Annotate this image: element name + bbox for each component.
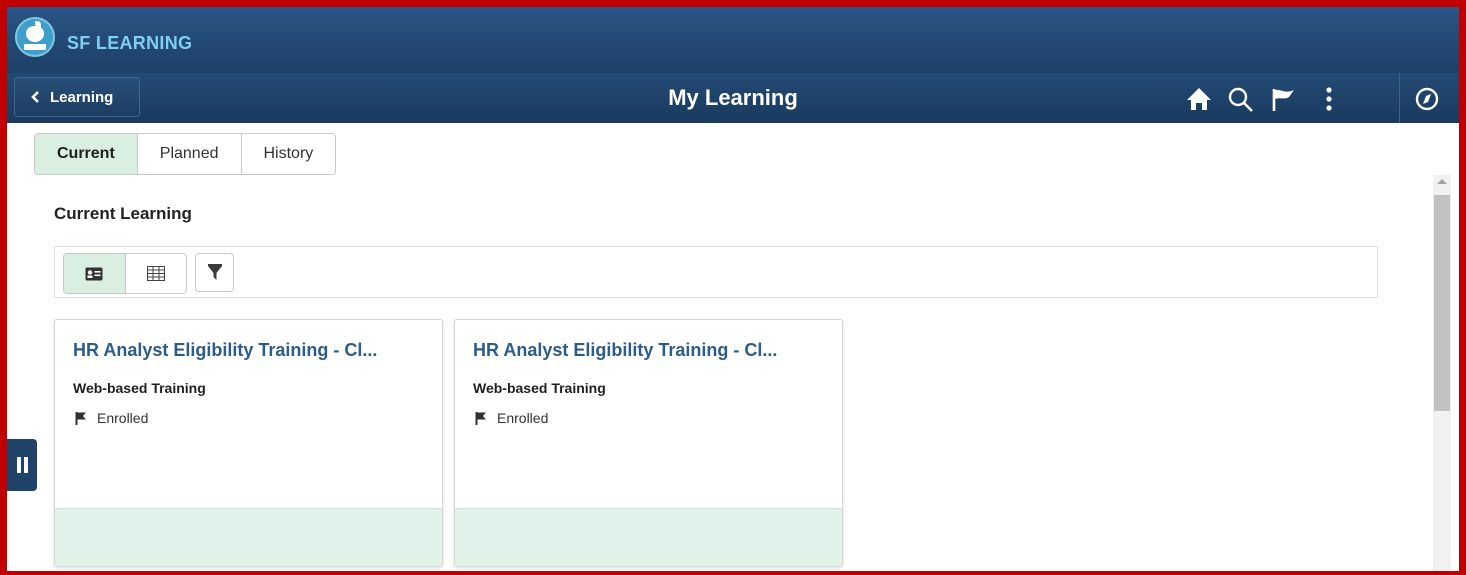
enrolled-flag-icon [475, 411, 486, 425]
card-type: Web-based Training [473, 380, 606, 396]
chevron-left-icon [31, 91, 39, 103]
brand-bar: SF LEARNING [7, 7, 1459, 73]
card-view-icon [85, 267, 103, 280]
view-toggle [63, 253, 187, 294]
card-status-label: Enrolled [97, 410, 149, 426]
card-title[interactable]: HR Analyst Eligibility Training - Cl... [73, 340, 377, 361]
home-icon[interactable] [1185, 86, 1213, 112]
card-status: Enrolled [75, 410, 148, 426]
header-divider [1399, 73, 1400, 123]
card-status-label: Enrolled [497, 410, 549, 426]
tab-current[interactable]: Current [35, 134, 138, 174]
pause-icon [16, 457, 21, 473]
view-toolbar [54, 246, 1378, 298]
card-footer [55, 508, 442, 566]
filter-button[interactable] [195, 253, 234, 292]
enrolled-flag-icon [75, 411, 86, 425]
page-frame: SF LEARNING Learning My Learning Current… [0, 0, 1466, 575]
card-type: Web-based Training [73, 380, 206, 396]
grid-view-icon [146, 266, 165, 281]
filter-icon [207, 263, 222, 280]
learning-card[interactable]: HR Analyst Eligibility Training - Cl... … [54, 319, 443, 567]
card-view-button[interactable] [64, 254, 126, 293]
vertical-scrollbar[interactable] [1433, 175, 1451, 571]
scroll-up-arrow-icon[interactable] [1437, 179, 1447, 184]
tab-planned[interactable]: Planned [137, 134, 242, 174]
apple-book-logo-icon [15, 17, 55, 57]
learning-tabs: Current Planned History [34, 133, 337, 175]
header-bar: Learning My Learning [7, 73, 1459, 123]
section-title: Current Learning [54, 204, 192, 223]
more-icon[interactable] [1319, 86, 1339, 112]
side-panel-toggle[interactable] [7, 439, 37, 491]
learning-card[interactable]: HR Analyst Eligibility Training - Cl... … [454, 319, 843, 567]
search-icon[interactable] [1227, 86, 1255, 112]
back-button-label: Learning [50, 88, 114, 106]
grid-view-button[interactable] [126, 254, 187, 293]
back-button[interactable]: Learning [14, 77, 140, 117]
card-footer [455, 508, 842, 566]
navigator-icon[interactable] [1413, 86, 1441, 112]
flag-icon[interactable] [1269, 86, 1297, 112]
scroll-thumb[interactable] [1434, 195, 1450, 411]
tab-history[interactable]: History [241, 134, 336, 174]
brand-name: SF LEARNING [67, 33, 193, 53]
card-title[interactable]: HR Analyst Eligibility Training - Cl... [473, 340, 777, 361]
card-status: Enrolled [475, 410, 548, 426]
